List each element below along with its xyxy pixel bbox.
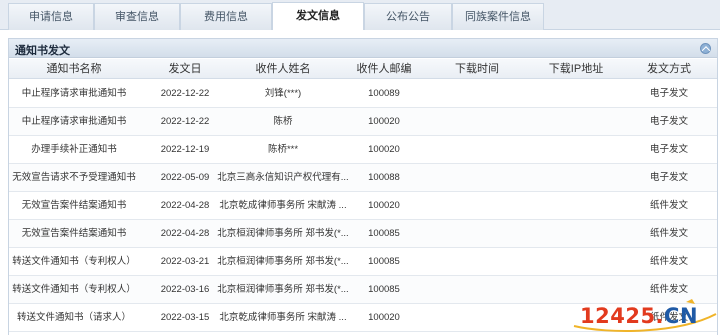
watermark-text-red: 12425. xyxy=(580,304,665,328)
column-header-recipient-name[interactable]: 收件人姓名 xyxy=(213,59,353,78)
recipient-name-cell: 北京桓润律师事务所 郑书发(*... xyxy=(217,284,349,295)
download-time-cell xyxy=(427,304,527,331)
table-row[interactable]: 转送文件通知书（专利权人） 2022-03-21 北京桓润律师事务所 郑书发(*… xyxy=(9,248,717,276)
table-row[interactable]: 中止程序请求审批通知书 2022-12-22 陈桥 100020 电子发文 xyxy=(9,108,717,136)
recipient-postcode-cell: 100020 xyxy=(368,144,400,155)
column-header-notice-name[interactable]: 通知书名称 xyxy=(9,59,139,78)
recipient-name-cell: 陈桥*** xyxy=(267,144,299,155)
download-ip-cell xyxy=(521,164,631,191)
notice-name-cell: 办理手续补正通知书 xyxy=(31,144,117,155)
tab-application-info[interactable]: 申请信息 xyxy=(8,3,94,30)
collapse-up-icon[interactable] xyxy=(700,43,711,54)
tab-dispatch-info[interactable]: 发文信息 xyxy=(272,2,364,30)
recipient-postcode-cell: 100085 xyxy=(368,228,400,239)
recipient-name-cell: 北京乾成律师事务所 宋献涛 ... xyxy=(219,200,347,211)
dispatch-method-cell: 纸件发文 xyxy=(649,200,688,211)
dispatch-method-cell: 纸件发文 xyxy=(649,228,688,239)
recipient-postcode-cell: 100020 xyxy=(368,200,400,211)
notice-name-cell: 中止程序请求审批通知书 xyxy=(21,88,127,99)
download-ip-cell xyxy=(521,108,631,135)
table-header: 通知书名称 发文日 收件人姓名 收件人邮编 下载时间 下载IP地址 发文方式 xyxy=(9,59,717,79)
table-row[interactable]: 无效宣告请求不予受理通知书 2022-05-09 北京三高永信知识产权代理有..… xyxy=(9,164,717,192)
recipient-name-cell: 北京桓润律师事务所 郑书发(*... xyxy=(217,256,349,267)
recipient-postcode-cell: 100085 xyxy=(368,284,400,295)
notice-dispatch-panel: 通知书发文 通知书名称 发文日 收件人姓名 收件人邮编 下载时间 下载IP地址 … xyxy=(8,38,718,335)
recipient-postcode-cell: 100089 xyxy=(368,88,400,99)
dispatch-method-cell: 纸件发文 xyxy=(649,256,688,267)
recipient-postcode-cell: 100088 xyxy=(368,172,400,183)
dispatch-method-cell: 电子发文 xyxy=(649,172,688,183)
recipient-name-cell: 北京三高永信知识产权代理有... xyxy=(217,172,349,183)
dispatch-method-cell: 电子发文 xyxy=(649,88,688,99)
table-row[interactable]: 无效宣告案件结案通知书 2022-04-28 北京乾成律师事务所 宋献涛 ...… xyxy=(9,192,717,220)
column-header-download-time[interactable]: 下载时间 xyxy=(427,59,527,78)
watermark-text-blue: CN xyxy=(664,304,699,328)
notice-name-cell: 中止程序请求审批通知书 xyxy=(21,116,127,127)
recipient-postcode-cell: 100020 xyxy=(368,312,400,323)
download-time-cell xyxy=(427,164,527,191)
download-ip-cell xyxy=(521,192,631,219)
dispatch-method-cell: 电子发文 xyxy=(649,144,688,155)
notice-name-cell: 转送文件通知书（专利权人） xyxy=(12,256,136,267)
table-row[interactable]: 无效宣告案件结案通知书 2022-04-28 北京桓润律师事务所 郑书发(*..… xyxy=(9,220,717,248)
notice-name-cell: 无效宣告请求不予受理通知书 xyxy=(12,172,136,183)
download-ip-cell xyxy=(521,248,631,275)
download-ip-cell xyxy=(521,220,631,247)
notice-name-cell: 转送文件通知书（专利权人） xyxy=(12,284,136,295)
download-time-cell xyxy=(427,192,527,219)
column-header-recipient-postcode[interactable]: 收件人邮编 xyxy=(335,59,433,78)
tab-bar: 申请信息 审查信息 费用信息 发文信息 公布公告 同族案件信息 xyxy=(0,0,720,30)
column-header-dispatch-method[interactable]: 发文方式 xyxy=(619,59,717,78)
notice-name-cell: 无效宣告案件结案通知书 xyxy=(21,200,127,211)
table-row[interactable]: 办理手续补正通知书 2022-12-19 陈桥*** 100020 电子发文 xyxy=(9,136,717,164)
tab-examination-info[interactable]: 审查信息 xyxy=(94,3,180,30)
recipient-name-cell: 陈桥 xyxy=(273,116,293,127)
recipient-postcode-cell: 100085 xyxy=(368,256,400,267)
download-time-cell xyxy=(427,276,527,303)
panel-header: 通知书发文 xyxy=(9,39,717,58)
download-time-cell xyxy=(427,108,527,135)
tab-family-case-info[interactable]: 同族案件信息 xyxy=(452,3,544,30)
tab-publication-announcement[interactable]: 公布公告 xyxy=(364,3,452,30)
tab-fee-info[interactable]: 费用信息 xyxy=(180,3,272,30)
recipient-name-cell: 北京桓润律师事务所 郑书发(*... xyxy=(217,228,349,239)
download-time-cell xyxy=(427,220,527,247)
download-ip-cell xyxy=(521,80,631,107)
download-time-cell xyxy=(427,80,527,107)
notice-name-cell: 转送文件通知书（请求人） xyxy=(16,312,131,323)
column-header-download-ip[interactable]: 下载IP地址 xyxy=(521,59,631,78)
dispatch-method-cell: 电子发文 xyxy=(649,116,688,127)
download-time-cell xyxy=(427,136,527,163)
site-watermark-logo: 12425.CN xyxy=(568,296,720,335)
watermark-text: 12425.CN xyxy=(580,304,698,328)
recipient-postcode-cell: 100020 xyxy=(368,116,400,127)
download-time-cell xyxy=(427,248,527,275)
recipient-name-cell: 北京乾成律师事务所 宋献涛 ... xyxy=(219,312,347,323)
download-ip-cell xyxy=(521,136,631,163)
panel-title: 通知书发文 xyxy=(15,45,70,57)
notice-name-cell: 无效宣告案件结案通知书 xyxy=(21,228,127,239)
recipient-name-cell: 刘锋(***) xyxy=(264,88,302,99)
table-row[interactable]: 中止程序请求审批通知书 2022-12-22 刘锋(***) 100089 电子… xyxy=(9,80,717,108)
